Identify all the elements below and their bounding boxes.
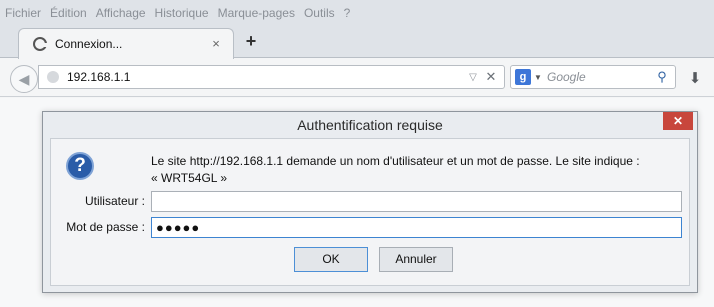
- google-engine-icon[interactable]: g: [515, 69, 531, 85]
- menu-outils[interactable]: Outils: [304, 6, 335, 20]
- menu-help[interactable]: ?: [344, 6, 351, 20]
- navigation-toolbar: ◀ 192.168.1.1 ▽ ✕ g ▼ Google ⚲ ⬇: [0, 59, 714, 97]
- dialog-close-button[interactable]: ✕: [663, 112, 693, 130]
- menu-bar: Fichier Édition Affichage Historique Mar…: [0, 0, 714, 26]
- message-line-1: Le site http://192.168.1.1 demande un no…: [151, 154, 640, 168]
- menu-edition[interactable]: Édition: [50, 6, 87, 20]
- url-bar[interactable]: 192.168.1.1 ▽ ✕: [38, 65, 505, 89]
- download-icon[interactable]: ⬇: [686, 70, 704, 88]
- tab-title: Connexion...: [55, 37, 123, 51]
- tab-strip: Connexion... × +: [0, 26, 714, 59]
- dialog-title: Authentification requise: [297, 117, 443, 133]
- question-icon: ?: [66, 152, 94, 180]
- username-label: Utilisateur :: [84, 194, 145, 208]
- password-field[interactable]: ●●●●●: [151, 217, 682, 238]
- stop-icon[interactable]: ✕: [484, 69, 498, 85]
- auth-dialog: Authentification requise ✕ ? Le site htt…: [42, 111, 698, 293]
- back-button[interactable]: ◀: [10, 65, 38, 93]
- menu-affichage[interactable]: Affichage: [96, 6, 146, 20]
- loading-icon: [33, 37, 48, 51]
- tab-connexion[interactable]: Connexion... ×: [18, 28, 234, 59]
- cancel-button[interactable]: Annuler: [379, 247, 453, 272]
- password-label: Mot de passe :: [66, 220, 145, 234]
- dialog-titlebar: Authentification requise ✕: [43, 112, 697, 138]
- globe-icon: [47, 71, 59, 83]
- search-bar[interactable]: g ▼ Google ⚲: [510, 65, 676, 89]
- menu-historique[interactable]: Historique: [155, 6, 209, 20]
- menu-fichier[interactable]: Fichier: [5, 6, 41, 20]
- dialog-message: Le site http://192.168.1.1 demande un no…: [151, 153, 681, 187]
- engine-dropdown-icon[interactable]: ▼: [533, 73, 543, 82]
- tab-close-icon[interactable]: ×: [209, 37, 223, 51]
- back-arrow-icon: ◀: [18, 71, 30, 87]
- username-field[interactable]: [151, 191, 682, 212]
- menu-marque-pages[interactable]: Marque-pages: [218, 6, 295, 20]
- message-line-2: « WRT54GL »: [151, 171, 228, 185]
- ok-button[interactable]: OK: [294, 247, 368, 272]
- search-placeholder[interactable]: Google: [547, 70, 653, 84]
- url-text[interactable]: 192.168.1.1: [67, 70, 466, 84]
- url-dropdown-icon[interactable]: ▽: [466, 72, 480, 83]
- new-tab-button[interactable]: +: [242, 32, 260, 50]
- dialog-body: ? Le site http://192.168.1.1 demande un …: [50, 138, 690, 286]
- search-magnifier-icon[interactable]: ⚲: [653, 69, 671, 85]
